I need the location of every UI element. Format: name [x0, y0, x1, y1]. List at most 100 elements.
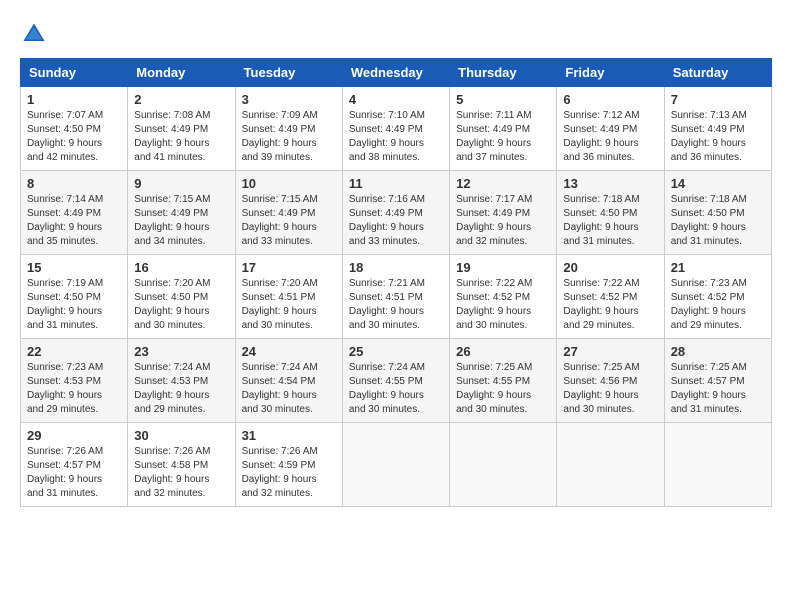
- day-number: 17: [242, 260, 336, 275]
- day-info: Sunrise: 7:23 AM Sunset: 4:52 PM Dayligh…: [671, 277, 765, 333]
- calendar-week-row: 15 Sunrise: 7:19 AM Sunset: 4:50 PM Dayl…: [21, 255, 772, 339]
- calendar-day-cell: [342, 423, 449, 507]
- day-info: Sunrise: 7:09 AM Sunset: 4:49 PM Dayligh…: [242, 109, 336, 165]
- weekday-header: Saturday: [664, 59, 771, 87]
- calendar-day-cell: 26 Sunrise: 7:25 AM Sunset: 4:55 PM Dayl…: [450, 339, 557, 423]
- calendar-day-cell: 14 Sunrise: 7:18 AM Sunset: 4:50 PM Dayl…: [664, 171, 771, 255]
- calendar-day-cell: [664, 423, 771, 507]
- day-number: 10: [242, 176, 336, 191]
- calendar-day-cell: 18 Sunrise: 7:21 AM Sunset: 4:51 PM Dayl…: [342, 255, 449, 339]
- day-info: Sunrise: 7:21 AM Sunset: 4:51 PM Dayligh…: [349, 277, 443, 333]
- calendar-day-cell: 1 Sunrise: 7:07 AM Sunset: 4:50 PM Dayli…: [21, 87, 128, 171]
- day-info: Sunrise: 7:20 AM Sunset: 4:50 PM Dayligh…: [134, 277, 228, 333]
- day-info: Sunrise: 7:24 AM Sunset: 4:53 PM Dayligh…: [134, 361, 228, 417]
- day-info: Sunrise: 7:16 AM Sunset: 4:49 PM Dayligh…: [349, 193, 443, 249]
- weekday-header: Tuesday: [235, 59, 342, 87]
- calendar-day-cell: 17 Sunrise: 7:20 AM Sunset: 4:51 PM Dayl…: [235, 255, 342, 339]
- day-info: Sunrise: 7:18 AM Sunset: 4:50 PM Dayligh…: [671, 193, 765, 249]
- day-number: 18: [349, 260, 443, 275]
- weekday-header: Thursday: [450, 59, 557, 87]
- day-info: Sunrise: 7:10 AM Sunset: 4:49 PM Dayligh…: [349, 109, 443, 165]
- day-number: 5: [456, 92, 550, 107]
- calendar-day-cell: 15 Sunrise: 7:19 AM Sunset: 4:50 PM Dayl…: [21, 255, 128, 339]
- day-number: 22: [27, 344, 121, 359]
- day-info: Sunrise: 7:25 AM Sunset: 4:56 PM Dayligh…: [563, 361, 657, 417]
- day-info: Sunrise: 7:15 AM Sunset: 4:49 PM Dayligh…: [242, 193, 336, 249]
- day-info: Sunrise: 7:11 AM Sunset: 4:49 PM Dayligh…: [456, 109, 550, 165]
- day-number: 16: [134, 260, 228, 275]
- day-info: Sunrise: 7:20 AM Sunset: 4:51 PM Dayligh…: [242, 277, 336, 333]
- calendar-week-row: 29 Sunrise: 7:26 AM Sunset: 4:57 PM Dayl…: [21, 423, 772, 507]
- day-number: 15: [27, 260, 121, 275]
- day-info: Sunrise: 7:24 AM Sunset: 4:54 PM Dayligh…: [242, 361, 336, 417]
- calendar-day-cell: 3 Sunrise: 7:09 AM Sunset: 4:49 PM Dayli…: [235, 87, 342, 171]
- day-info: Sunrise: 7:23 AM Sunset: 4:53 PM Dayligh…: [27, 361, 121, 417]
- calendar-day-cell: 7 Sunrise: 7:13 AM Sunset: 4:49 PM Dayli…: [664, 87, 771, 171]
- weekday-header: Sunday: [21, 59, 128, 87]
- day-number: 24: [242, 344, 336, 359]
- page-header: [20, 20, 772, 48]
- day-number: 25: [349, 344, 443, 359]
- day-number: 12: [456, 176, 550, 191]
- day-number: 3: [242, 92, 336, 107]
- day-number: 11: [349, 176, 443, 191]
- calendar-table: SundayMondayTuesdayWednesdayThursdayFrid…: [20, 58, 772, 507]
- calendar-day-cell: 12 Sunrise: 7:17 AM Sunset: 4:49 PM Dayl…: [450, 171, 557, 255]
- calendar-day-cell: 5 Sunrise: 7:11 AM Sunset: 4:49 PM Dayli…: [450, 87, 557, 171]
- weekday-header: Monday: [128, 59, 235, 87]
- weekday-header: Friday: [557, 59, 664, 87]
- calendar-day-cell: 4 Sunrise: 7:10 AM Sunset: 4:49 PM Dayli…: [342, 87, 449, 171]
- day-info: Sunrise: 7:25 AM Sunset: 4:57 PM Dayligh…: [671, 361, 765, 417]
- calendar-day-cell: [450, 423, 557, 507]
- day-number: 4: [349, 92, 443, 107]
- day-number: 2: [134, 92, 228, 107]
- day-number: 29: [27, 428, 121, 443]
- calendar-week-row: 1 Sunrise: 7:07 AM Sunset: 4:50 PM Dayli…: [21, 87, 772, 171]
- calendar-day-cell: 22 Sunrise: 7:23 AM Sunset: 4:53 PM Dayl…: [21, 339, 128, 423]
- day-info: Sunrise: 7:25 AM Sunset: 4:55 PM Dayligh…: [456, 361, 550, 417]
- calendar-day-cell: 23 Sunrise: 7:24 AM Sunset: 4:53 PM Dayl…: [128, 339, 235, 423]
- day-info: Sunrise: 7:22 AM Sunset: 4:52 PM Dayligh…: [456, 277, 550, 333]
- day-info: Sunrise: 7:22 AM Sunset: 4:52 PM Dayligh…: [563, 277, 657, 333]
- calendar-day-cell: 8 Sunrise: 7:14 AM Sunset: 4:49 PM Dayli…: [21, 171, 128, 255]
- calendar-day-cell: 27 Sunrise: 7:25 AM Sunset: 4:56 PM Dayl…: [557, 339, 664, 423]
- day-info: Sunrise: 7:18 AM Sunset: 4:50 PM Dayligh…: [563, 193, 657, 249]
- day-number: 27: [563, 344, 657, 359]
- calendar-day-cell: 28 Sunrise: 7:25 AM Sunset: 4:57 PM Dayl…: [664, 339, 771, 423]
- calendar-day-cell: 20 Sunrise: 7:22 AM Sunset: 4:52 PM Dayl…: [557, 255, 664, 339]
- day-info: Sunrise: 7:07 AM Sunset: 4:50 PM Dayligh…: [27, 109, 121, 165]
- calendar-day-cell: 6 Sunrise: 7:12 AM Sunset: 4:49 PM Dayli…: [557, 87, 664, 171]
- calendar-day-cell: 11 Sunrise: 7:16 AM Sunset: 4:49 PM Dayl…: [342, 171, 449, 255]
- calendar-day-cell: 30 Sunrise: 7:26 AM Sunset: 4:58 PM Dayl…: [128, 423, 235, 507]
- day-info: Sunrise: 7:24 AM Sunset: 4:55 PM Dayligh…: [349, 361, 443, 417]
- calendar-day-cell: 21 Sunrise: 7:23 AM Sunset: 4:52 PM Dayl…: [664, 255, 771, 339]
- day-number: 23: [134, 344, 228, 359]
- day-number: 8: [27, 176, 121, 191]
- calendar-day-cell: 19 Sunrise: 7:22 AM Sunset: 4:52 PM Dayl…: [450, 255, 557, 339]
- day-number: 7: [671, 92, 765, 107]
- day-info: Sunrise: 7:13 AM Sunset: 4:49 PM Dayligh…: [671, 109, 765, 165]
- day-number: 21: [671, 260, 765, 275]
- day-number: 13: [563, 176, 657, 191]
- calendar-day-cell: 13 Sunrise: 7:18 AM Sunset: 4:50 PM Dayl…: [557, 171, 664, 255]
- calendar-day-cell: [557, 423, 664, 507]
- day-number: 26: [456, 344, 550, 359]
- day-info: Sunrise: 7:15 AM Sunset: 4:49 PM Dayligh…: [134, 193, 228, 249]
- calendar-header-row: SundayMondayTuesdayWednesdayThursdayFrid…: [21, 59, 772, 87]
- calendar-day-cell: 24 Sunrise: 7:24 AM Sunset: 4:54 PM Dayl…: [235, 339, 342, 423]
- day-number: 1: [27, 92, 121, 107]
- calendar-week-row: 8 Sunrise: 7:14 AM Sunset: 4:49 PM Dayli…: [21, 171, 772, 255]
- calendar-day-cell: 16 Sunrise: 7:20 AM Sunset: 4:50 PM Dayl…: [128, 255, 235, 339]
- calendar-day-cell: 10 Sunrise: 7:15 AM Sunset: 4:49 PM Dayl…: [235, 171, 342, 255]
- day-info: Sunrise: 7:14 AM Sunset: 4:49 PM Dayligh…: [27, 193, 121, 249]
- calendar-day-cell: 9 Sunrise: 7:15 AM Sunset: 4:49 PM Dayli…: [128, 171, 235, 255]
- day-number: 19: [456, 260, 550, 275]
- calendar-day-cell: 2 Sunrise: 7:08 AM Sunset: 4:49 PM Dayli…: [128, 87, 235, 171]
- day-info: Sunrise: 7:12 AM Sunset: 4:49 PM Dayligh…: [563, 109, 657, 165]
- day-info: Sunrise: 7:26 AM Sunset: 4:57 PM Dayligh…: [27, 445, 121, 501]
- day-number: 31: [242, 428, 336, 443]
- day-info: Sunrise: 7:08 AM Sunset: 4:49 PM Dayligh…: [134, 109, 228, 165]
- logo-icon: [20, 20, 48, 48]
- logo: [20, 20, 52, 48]
- day-number: 9: [134, 176, 228, 191]
